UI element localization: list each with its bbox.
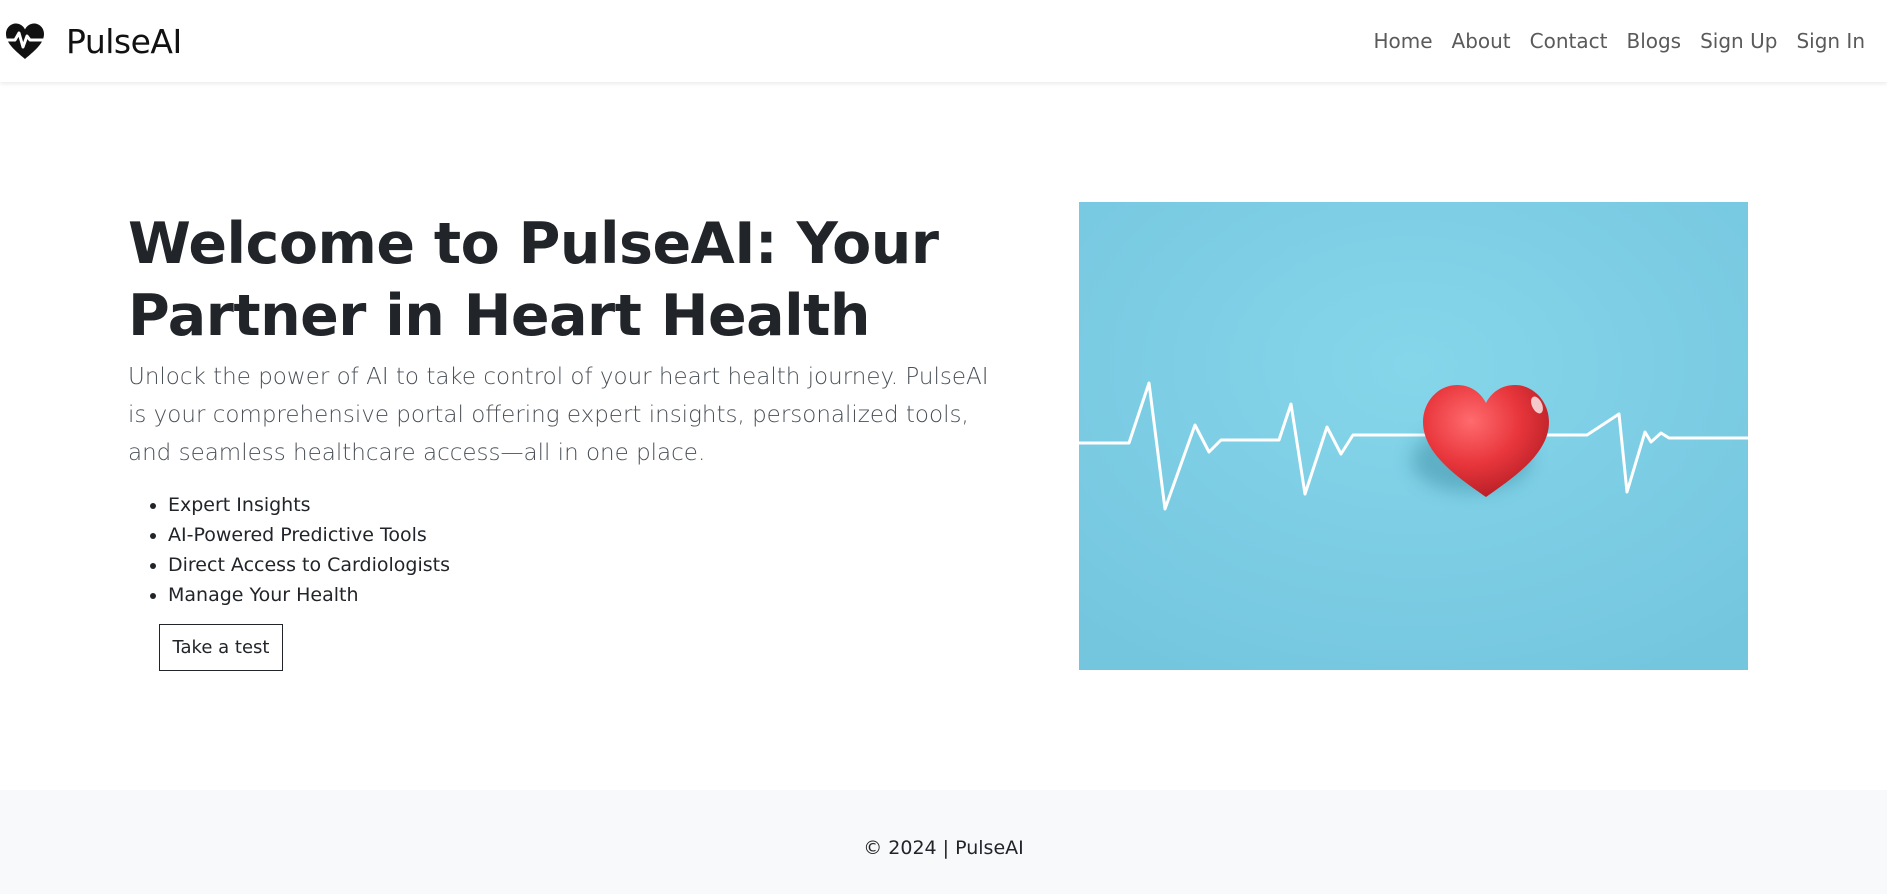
feature-item: AI-Powered Predictive Tools	[168, 520, 1058, 550]
nav-home-link[interactable]: Home	[1373, 29, 1432, 53]
footer: © 2024 | PulseAI	[0, 790, 1887, 894]
footer-copyright: © 2024 | PulseAI	[863, 837, 1024, 859]
hero-heart-image	[1079, 202, 1748, 670]
heart-ecg-illustration	[1079, 202, 1748, 670]
take-a-test-button[interactable]: Take a test	[159, 624, 283, 671]
hero-description: Unlock the power of AI to take control o…	[128, 364, 989, 466]
heart-pulse-icon	[4, 23, 46, 59]
feature-item: Expert Insights	[168, 490, 1058, 520]
feature-item: Manage Your Health	[168, 580, 1058, 610]
navbar: PulseAI Home About Contact Blogs Sign Up…	[0, 0, 1887, 82]
nav-sign-up-link[interactable]: Sign Up	[1700, 29, 1777, 53]
nav-contact-link[interactable]: Contact	[1530, 29, 1608, 53]
brand-name: PulseAI	[66, 21, 182, 61]
nav-about-link[interactable]: About	[1452, 29, 1511, 53]
feature-list: Expert Insights AI-Powered Predictive To…	[128, 490, 1058, 610]
feature-item: Direct Access to Cardiologists	[168, 550, 1058, 580]
hero-section: Welcome to PulseAI: Your Partner in Hear…	[128, 208, 1058, 671]
nav-blogs-link[interactable]: Blogs	[1626, 29, 1681, 53]
nav-sign-in-link[interactable]: Sign In	[1796, 29, 1865, 53]
nav-links: Home About Contact Blogs Sign Up Sign In	[1354, 29, 1865, 53]
hero-title: Welcome to PulseAI: Your Partner in Hear…	[128, 211, 939, 349]
brand-link[interactable]: PulseAI	[4, 22, 182, 61]
